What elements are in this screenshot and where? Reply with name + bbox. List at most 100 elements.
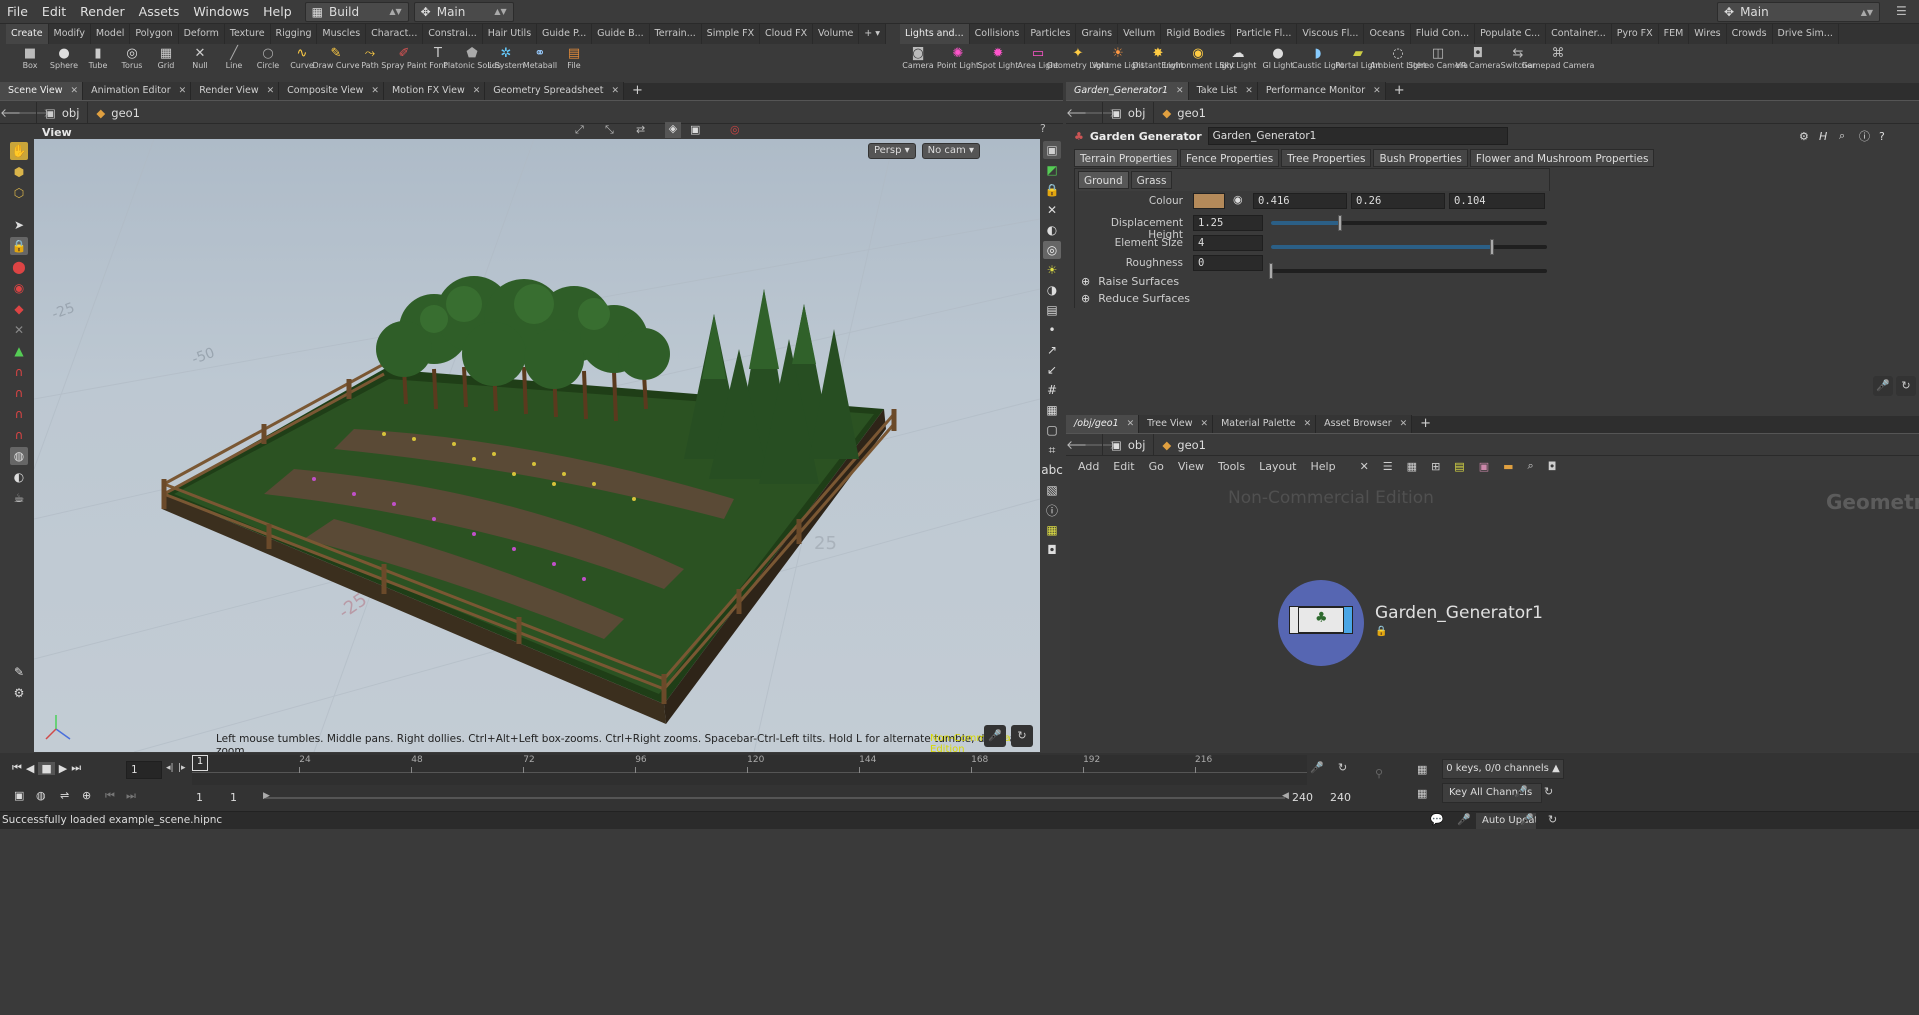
persp-dropdown[interactable]: Persp ▾: [867, 143, 916, 159]
frame-marker[interactable]: 1: [192, 755, 208, 771]
shelf-tab-grains[interactable]: Grains: [1076, 24, 1119, 44]
select-arrow-icon[interactable]: ➤: [10, 216, 28, 234]
tool-caustic-light[interactable]: ◗ Caustic Light: [1292, 47, 1344, 73]
tab-animation-editor[interactable]: Animation Editor ✕: [83, 82, 192, 100]
tool-point-light[interactable]: ✺ Point Light: [937, 47, 979, 73]
menu-view[interactable]: View: [1178, 460, 1204, 473]
start-frame-value[interactable]: 1: [196, 791, 203, 804]
tool-metaball[interactable]: ⚭ Metaball: [523, 47, 557, 73]
step-back-icon[interactable]: ◂|: [166, 763, 174, 773]
disp-field[interactable]: [1193, 215, 1263, 231]
tool-camera[interactable]: ◙ Camera: [900, 47, 936, 73]
tool-grid[interactable]: ▦ Grid: [152, 47, 180, 73]
shelf-tab-particle-fl[interactable]: Particle Fl...: [1231, 24, 1298, 44]
shelf-tab-charact[interactable]: Charact...: [366, 24, 424, 44]
gear-icon[interactable]: ⚙: [1799, 130, 1809, 143]
keys-dropdown[interactable]: 0 keys, 0/0 channels ▲: [1442, 759, 1564, 779]
raise-surfaces-row[interactable]: ⊕ Raise Surfaces: [1081, 275, 1179, 288]
render-region-icon[interactable]: ◐: [10, 468, 28, 486]
tab-geometry-spreadsheet[interactable]: Geometry Spreadsheet ✕: [485, 82, 625, 100]
tab-composite-view[interactable]: Composite View ✕: [279, 82, 384, 100]
lasso-icon[interactable]: ⤡: [605, 123, 614, 137]
folder-bush[interactable]: Bush Properties: [1373, 149, 1468, 167]
layout-icon[interactable]: ▦: [1043, 521, 1061, 539]
tool-file[interactable]: ▤ File: [560, 47, 588, 73]
tool-null[interactable]: ✕ Null: [186, 47, 214, 73]
colour-b-field[interactable]: [1449, 193, 1545, 209]
shelf-tab-muscles[interactable]: Muscles: [317, 24, 367, 44]
disp-slider[interactable]: [1271, 215, 1547, 231]
teapot-icon[interactable]: ☕: [10, 489, 28, 507]
mic-icon[interactable]: 🎤: [1514, 785, 1528, 798]
tool-gi-light[interactable]: ● GI Light: [1260, 47, 1296, 73]
start-frame-value-2[interactable]: 1: [230, 791, 237, 804]
pose-icon[interactable]: ⬡: [10, 184, 28, 202]
shelf-tab-cloud-fx[interactable]: Cloud FX: [760, 24, 814, 44]
range-handle-left[interactable]: ▶: [263, 791, 270, 801]
shelf-tab-fluid-con[interactable]: Fluid Con...: [1411, 24, 1476, 44]
stop-icon[interactable]: ■: [38, 761, 55, 775]
tool-sky-light[interactable]: ☁ Sky Light: [1220, 47, 1257, 73]
menu-layout[interactable]: Layout: [1259, 460, 1296, 473]
tool-l-system[interactable]: ✲ L-System: [487, 47, 524, 73]
tool-geometry-light[interactable]: ✦ Geometry Light: [1047, 47, 1109, 73]
forward-icon[interactable]: 🡒: [1084, 437, 1116, 452]
folder-icon[interactable]: ▬: [1503, 460, 1513, 473]
vector-display-icon[interactable]: ↙: [1043, 361, 1061, 379]
snapshot-icon[interactable]: ◘: [1043, 541, 1061, 559]
end-frame-value-2[interactable]: 240: [1330, 791, 1351, 804]
snap-grid-icon[interactable]: ⌗: [1043, 441, 1061, 459]
abc-icon[interactable]: abc: [1041, 461, 1063, 479]
back-icon[interactable]: 🡐: [1066, 105, 1098, 120]
chat-icon[interactable]: 💬: [1430, 813, 1444, 826]
play-icon[interactable]: ▶: [59, 762, 67, 775]
magnet-icon-2[interactable]: ∩: [10, 384, 28, 402]
wrench-icon[interactable]: ✕: [1360, 460, 1369, 473]
tool-line[interactable]: ╱ Line: [220, 47, 248, 73]
view-tool-icon[interactable]: ⬢: [10, 163, 28, 181]
range-start-icon[interactable]: ⏮: [105, 789, 115, 803]
prev-frame-icon[interactable]: ◀: [26, 762, 34, 775]
tab-material-palette[interactable]: Material Palette ✕: [1213, 415, 1317, 433]
mic-icon[interactable]: 🎤: [1310, 761, 1324, 774]
magnet-icon-1[interactable]: ∩: [10, 363, 28, 381]
subtab-grass[interactable]: Grass: [1130, 171, 1173, 189]
path-obj[interactable]: ▣ obj: [1102, 101, 1153, 124]
tool-spray-paint[interactable]: ✐ Spray Paint: [381, 47, 426, 73]
magnet-icon-4[interactable]: ∩: [10, 426, 28, 444]
shelf-add-icon[interactable]: + ▾: [859, 24, 886, 44]
timeline-ruler[interactable]: 1 24 48 72 96 120 144 168 192 216: [192, 755, 1307, 785]
display-options-icon[interactable]: ▣: [1043, 141, 1061, 159]
menu-render[interactable]: Render: [73, 0, 132, 24]
tool-torus[interactable]: ◎ Torus: [118, 47, 146, 73]
shelf-tab-rigging[interactable]: Rigging: [271, 24, 318, 44]
path-geo1[interactable]: ◆ geo1: [1153, 433, 1919, 456]
shelf-tab-populate-c[interactable]: Populate C...: [1475, 24, 1547, 44]
add-tab-icon[interactable]: +: [1386, 82, 1409, 100]
help-icon[interactable]: ?: [1879, 130, 1885, 143]
tool-volume-light[interactable]: ☀ Volume Light: [1092, 47, 1144, 73]
step-fwd-icon[interactable]: |▸: [178, 763, 186, 773]
desktop-dropdown[interactable]: ▦ Build ▲▼: [304, 1, 409, 22]
rotate-icon[interactable]: ◉: [10, 279, 28, 297]
background-icon[interactable]: ▧: [1043, 481, 1061, 499]
elem-field[interactable]: [1193, 235, 1263, 251]
menu-overflow-icon[interactable]: ☰: [1896, 4, 1907, 18]
shelf-tab-modify[interactable]: Modify: [49, 24, 91, 44]
range-bar[interactable]: [265, 797, 1285, 799]
key-icon[interactable]: ▦: [1417, 787, 1427, 800]
tool-tube[interactable]: ▮ Tube: [84, 47, 112, 73]
xray-icon[interactable]: ✕: [1043, 201, 1061, 219]
colour-wheel-icon[interactable]: ◉: [1233, 193, 1243, 206]
shelf-tab-rigid-bodies[interactable]: Rigid Bodies: [1161, 24, 1232, 44]
shelf-tab-pyro-fx[interactable]: Pyro FX: [1612, 24, 1659, 44]
refresh-icon[interactable]: ↻: [1544, 785, 1553, 798]
shelf-tab-fem[interactable]: FEM: [1659, 24, 1690, 44]
tool-gamepad-camera[interactable]: ⌘ Gamepad Camera: [1522, 47, 1595, 73]
image-icon[interactable]: ▣: [1479, 460, 1489, 473]
tool-circle[interactable]: ○ Circle: [254, 47, 282, 73]
record-icon[interactable]: ◎: [730, 123, 740, 136]
magnet-icon-3[interactable]: ∩: [10, 405, 28, 423]
shelf-tab-constrai[interactable]: Constrai...: [423, 24, 483, 44]
range-end-icon[interactable]: ⏭: [126, 789, 136, 803]
